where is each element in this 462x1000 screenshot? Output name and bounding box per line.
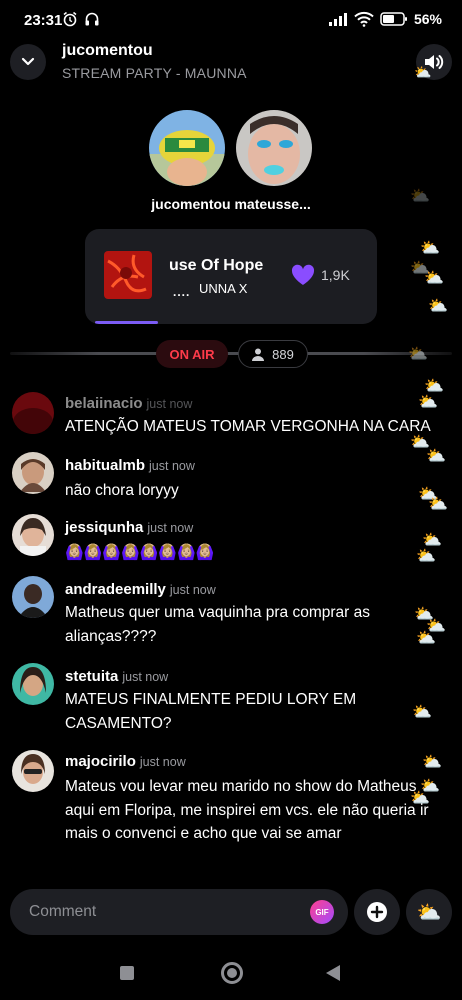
divider bbox=[10, 352, 452, 355]
page-title: jucomentou bbox=[62, 42, 153, 59]
add-button[interactable] bbox=[354, 889, 400, 935]
track-progress bbox=[95, 321, 367, 324]
comment-text: 🙆🏼‍♀️🙆🏼‍♀️🙆🏼‍♀️🙆🏼‍♀️🙆🏼‍♀️🙆🏼‍♀️🙆🏼‍♀️🙆🏼‍♀️ bbox=[65, 544, 215, 561]
comment-time: just now bbox=[147, 521, 194, 535]
track-title: use Of Hope bbox=[169, 257, 264, 274]
comment-username[interactable]: habitualmb just now bbox=[65, 457, 195, 474]
status-bar: 23:31 56% bbox=[0, 0, 462, 40]
comment-username[interactable]: majocirilo just now bbox=[65, 753, 186, 770]
album-art bbox=[104, 251, 152, 299]
signal-icon bbox=[328, 13, 347, 26]
comment-username[interactable]: belaiinacio just now bbox=[65, 395, 192, 412]
playing-indicator: .... bbox=[173, 285, 191, 299]
back-button[interactable] bbox=[326, 965, 340, 981]
headphones-icon bbox=[85, 12, 99, 26]
alarm-icon bbox=[63, 11, 77, 27]
page-subtitle: STREAM PARTY - MAUNNA bbox=[62, 65, 247, 81]
home-button[interactable] bbox=[221, 962, 243, 984]
floating-reaction-icon: ⛅ bbox=[418, 394, 438, 411]
floating-reaction-icon: ⛅ bbox=[426, 448, 446, 465]
comment-time: just now bbox=[139, 755, 186, 769]
floating-reaction-icon: ⛅ bbox=[414, 64, 432, 80]
reaction-button[interactable]: ⛅ bbox=[406, 889, 452, 935]
comment-text: Matheus quer uma vaquinha pra comprar as… bbox=[65, 604, 370, 645]
floating-reaction-icon: ⛅ bbox=[408, 346, 428, 363]
floating-reaction-icon: ⛅ bbox=[422, 754, 442, 771]
like-count: 1,9K bbox=[321, 267, 350, 283]
comment-text: ATENÇÃO MATEUS TOMAR VERGONHA NA CARA bbox=[65, 418, 431, 435]
floating-reaction-icon: ⛅ bbox=[420, 240, 440, 257]
comment-placeholder: Comment bbox=[29, 903, 97, 920]
comment-text: Mateus vou levar meu marido no show do M… bbox=[65, 778, 429, 842]
comment-time: just now bbox=[149, 459, 195, 473]
comment-username[interactable]: jessiqunha just now bbox=[65, 519, 193, 536]
wifi-icon bbox=[354, 11, 374, 27]
track-artist: UNNA X bbox=[199, 281, 248, 296]
viewer-count: 889 bbox=[272, 346, 294, 362]
status-time: 23:31 bbox=[24, 12, 63, 29]
floating-reaction-icon: ⛅ bbox=[410, 790, 430, 807]
comment-time: just now bbox=[122, 670, 169, 684]
comment-text: não chora loryyy bbox=[65, 482, 179, 499]
floating-reaction-icon: ⛅ bbox=[416, 630, 436, 647]
floating-reaction-icon: ⛅ bbox=[412, 704, 432, 721]
person-icon bbox=[252, 348, 265, 361]
gif-button[interactable]: GIF bbox=[310, 900, 334, 924]
battery-level: 56% bbox=[413, 11, 442, 27]
floating-reaction-icon: ⛅ bbox=[424, 270, 444, 287]
comment-time: just now bbox=[146, 397, 193, 411]
collapse-button[interactable] bbox=[10, 44, 46, 80]
floating-reaction-icon: ⛅ bbox=[410, 188, 430, 205]
viewer-count-badge[interactable]: 889 bbox=[238, 340, 308, 368]
avatar[interactable] bbox=[12, 663, 54, 705]
floating-reaction-icon: ⛅ bbox=[416, 548, 436, 565]
floating-reaction-icon: ⛅ bbox=[428, 298, 448, 315]
comment-time: just now bbox=[169, 583, 216, 597]
on-air-badge: ON AIR bbox=[156, 340, 228, 368]
comment-input[interactable]: Comment GIF bbox=[10, 889, 348, 935]
chevron-down-icon bbox=[21, 57, 35, 66]
comment-username[interactable]: stetuita just now bbox=[65, 668, 168, 685]
heart-icon[interactable] bbox=[290, 263, 316, 287]
avatar[interactable] bbox=[12, 514, 54, 556]
track-progress-fill bbox=[95, 321, 158, 324]
avatar[interactable] bbox=[12, 452, 54, 494]
participant-avatar[interactable] bbox=[236, 110, 312, 186]
avatar[interactable] bbox=[12, 576, 54, 618]
participant-avatar[interactable] bbox=[149, 110, 225, 186]
plus-circle-icon bbox=[367, 902, 387, 922]
floating-reaction-icon: ⛅ bbox=[428, 496, 448, 513]
now-playing-card[interactable]: use Of Hope .... UNNA X 1,9K bbox=[85, 229, 377, 324]
participant-names: jucomentou mateusse... bbox=[151, 196, 311, 212]
avatar[interactable] bbox=[12, 392, 54, 434]
comment-username[interactable]: andradeemilly just now bbox=[65, 581, 216, 598]
system-nav-bar bbox=[0, 950, 462, 1000]
battery-icon bbox=[380, 12, 407, 26]
avatar[interactable] bbox=[12, 750, 54, 792]
recents-button[interactable] bbox=[120, 966, 134, 980]
comment-text: MATEUS FINALMENTE PEDIU LORY EM CASAMENT… bbox=[65, 691, 357, 732]
